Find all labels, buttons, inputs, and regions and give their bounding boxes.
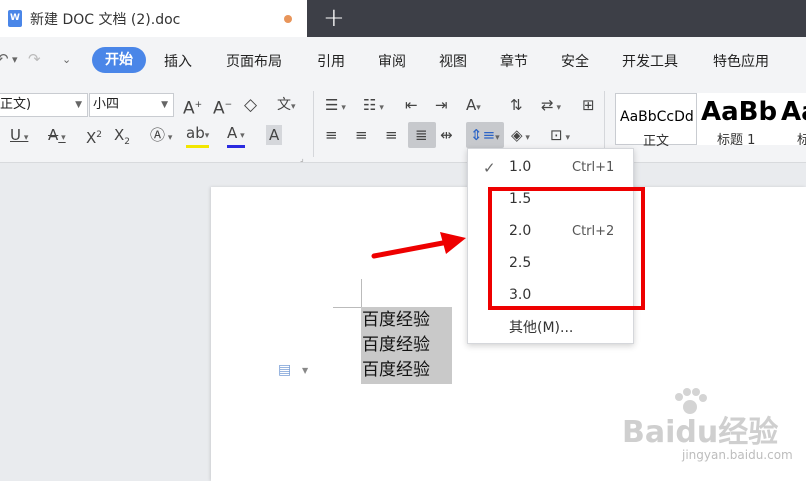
- numbered-list-icon[interactable]: ☷ ▾: [363, 95, 384, 118]
- style-label: 标: [797, 133, 806, 148]
- watermark-url: jingyan.baidu.com: [682, 448, 793, 462]
- font-size-select[interactable]: 小四 ▼: [89, 93, 174, 117]
- strikethrough-icon[interactable]: A ▾: [48, 125, 66, 148]
- menu-tab-chapter[interactable]: 章节: [500, 51, 528, 71]
- text-direction-icon[interactable]: A▾: [466, 95, 481, 118]
- phonetic-guide-icon[interactable]: 文▾: [277, 95, 296, 117]
- menu-bar: ↶ ▾ ↷ ⌄ 开始 插入 页面布局 引用 审阅 视图 章节 安全 开发工具 特…: [0, 37, 806, 83]
- menu-tab-insert[interactable]: 插入: [164, 51, 192, 71]
- justify-icon: ≣: [415, 126, 428, 144]
- option-value: 1.0: [509, 159, 532, 175]
- margin-marker: [333, 307, 361, 308]
- style-heading-1[interactable]: AaBb 标题 1 Aa 标: [697, 93, 806, 148]
- style-sample: AaBb: [701, 97, 778, 127]
- red-highlight-box: [488, 187, 645, 310]
- redo-icon[interactable]: ↷: [28, 50, 41, 68]
- align-right-icon[interactable]: ≡: [385, 125, 398, 145]
- sort-icon[interactable]: ⇅: [510, 95, 523, 115]
- show-marks-icon[interactable]: ⇄ ▾: [541, 95, 561, 118]
- font-size-value: 小四: [93, 97, 120, 112]
- document-tab-title: 新建 DOC 文档 (2).doc: [30, 12, 181, 28]
- menu-tab-start[interactable]: 开始: [92, 47, 146, 73]
- quick-access-dropdown-icon[interactable]: ⌄: [62, 53, 71, 66]
- align-center-icon[interactable]: ≡: [355, 125, 368, 145]
- margin-marker: [361, 279, 362, 307]
- justify-button[interactable]: ≣: [408, 122, 436, 148]
- menu-tab-special-apps[interactable]: 特色应用: [713, 51, 769, 71]
- new-tab-plus-icon[interactable]: +: [323, 4, 345, 32]
- style-sample: Aa: [781, 97, 806, 127]
- watermark-brand: Baidu经验: [622, 415, 779, 450]
- red-arrow-annotation: [371, 232, 466, 259]
- line-spacing-icon: ⇕≡▾: [470, 126, 500, 144]
- menu-tab-references[interactable]: 引用: [317, 51, 345, 71]
- chevron-down-icon[interactable]: ▼: [302, 366, 308, 375]
- increase-indent-icon[interactable]: ⇥: [435, 95, 448, 115]
- wps-writer-icon: W: [8, 10, 22, 27]
- document-line[interactable]: 百度经验: [362, 358, 430, 383]
- style-sample: AaBbCcDd: [620, 109, 694, 125]
- font-name-value: 正文): [0, 97, 32, 112]
- ribbon-separator: [313, 91, 314, 157]
- shading-icon[interactable]: ◈ ▾: [511, 125, 530, 148]
- grow-font-icon[interactable]: A+: [183, 95, 202, 119]
- undo-dropdown-icon[interactable]: ▾: [12, 53, 18, 66]
- highlight-color-icon[interactable]: ab▾: [186, 125, 210, 148]
- font-name-select[interactable]: 正文) ▼: [0, 93, 88, 117]
- baidu-watermark: Baidu经验 jingyan.baidu.com: [614, 388, 794, 468]
- distributed-align-icon[interactable]: ⇹: [440, 125, 453, 145]
- line-spacing-more-option[interactable]: 其他(M)...: [509, 317, 573, 337]
- menu-tab-view[interactable]: 视图: [439, 51, 467, 71]
- align-left-icon[interactable]: ≡: [325, 125, 338, 145]
- char-shading-icon[interactable]: A: [266, 125, 283, 145]
- undo-icon[interactable]: ↶: [0, 50, 9, 68]
- paragraph-layout-icon[interactable]: ▤: [278, 362, 292, 378]
- document-tab[interactable]: W 新建 DOC 文档 (2).doc: [0, 0, 307, 37]
- chevron-down-icon: ▼: [161, 100, 168, 110]
- option-shortcut: Ctrl+1: [572, 160, 615, 175]
- underline-icon[interactable]: U ▾: [10, 125, 28, 148]
- subscript-icon[interactable]: X2: [114, 125, 130, 152]
- menu-tab-security[interactable]: 安全: [561, 51, 589, 71]
- style-normal[interactable]: AaBbCcDd 正文: [615, 93, 697, 149]
- style-label: 正文: [643, 134, 670, 149]
- title-bar: W 新建 DOC 文档 (2).doc +: [0, 0, 806, 37]
- font-color-icon[interactable]: A ▾: [227, 125, 245, 148]
- bullet-list-icon[interactable]: ☰ ▾: [325, 95, 346, 118]
- line-spacing-option[interactable]: ✓ 1.0 Ctrl+1: [468, 152, 633, 184]
- decrease-indent-icon[interactable]: ⇤: [405, 95, 418, 115]
- menu-tab-developer[interactable]: 开发工具: [622, 51, 678, 71]
- menu-tab-page-layout[interactable]: 页面布局: [226, 51, 282, 71]
- document-line[interactable]: 百度经验: [362, 333, 430, 358]
- checkmark-icon: ✓: [483, 159, 496, 177]
- style-label: 标题 1: [717, 133, 756, 148]
- shrink-font-icon[interactable]: A−: [213, 95, 232, 119]
- clear-format-icon[interactable]: ◇: [244, 95, 257, 115]
- text-effect-icon[interactable]: Ⓐ ▾: [150, 125, 172, 148]
- table-border-icon[interactable]: ⊞: [582, 95, 595, 115]
- superscript-icon[interactable]: X2: [86, 125, 102, 148]
- line-spacing-button[interactable]: ⇕≡▾: [466, 122, 504, 148]
- unsaved-dot-icon: [284, 15, 292, 23]
- menu-tab-review[interactable]: 审阅: [378, 51, 406, 71]
- chevron-down-icon: ▼: [75, 100, 82, 110]
- ribbon-toolbar: 正文) ▼ 小四 ▼ A+ A− ◇ 文▾ U ▾ A ▾ X2 X2 Ⓐ ▾ …: [0, 83, 806, 163]
- document-line[interactable]: 百度经验: [362, 308, 430, 333]
- borders-icon[interactable]: ⊡ ▾: [550, 125, 570, 148]
